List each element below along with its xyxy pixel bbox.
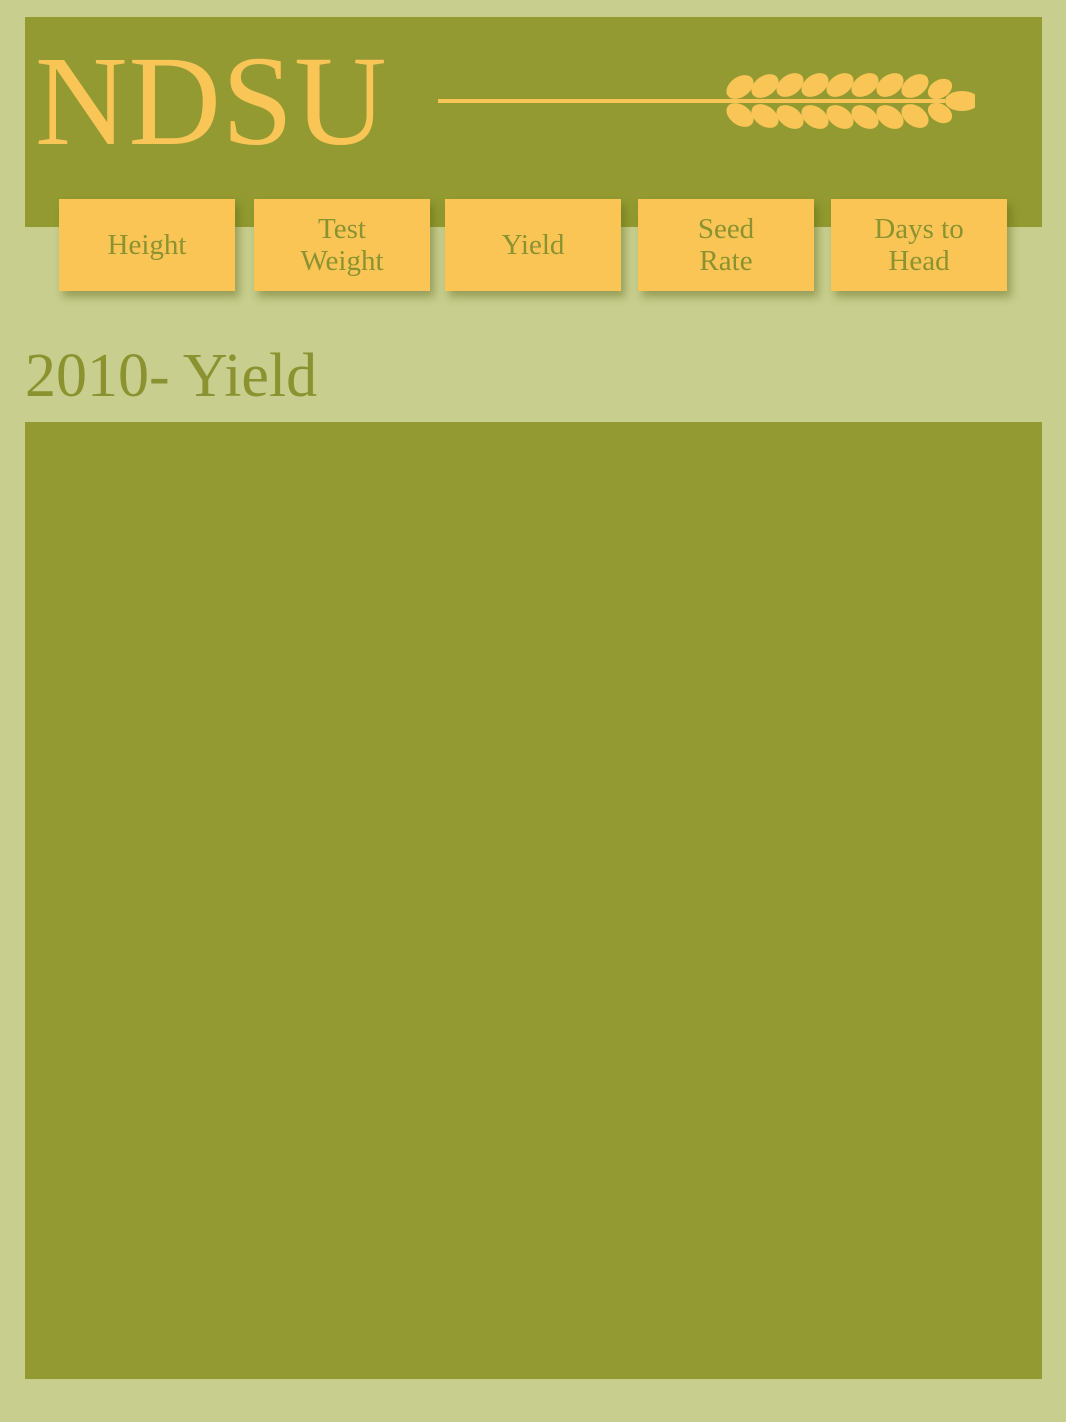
page-title: 2010- Yield [25,342,318,410]
nav-days-to-head-button[interactable]: Days to Head [831,199,1007,291]
content-panel [25,422,1042,1379]
ndsu-logo: NDSU [35,30,388,172]
nav-test-weight-button[interactable]: Test Weight [254,199,430,291]
nav-seed-rate-button[interactable]: Seed Rate [638,199,814,291]
header-banner: NDSU [25,17,1042,227]
nav-yield-button[interactable]: Yield [445,199,621,291]
nav-height-button[interactable]: Height [59,199,235,291]
nav-bar: Height Test Weight Yield Seed Rate Days … [0,199,1066,291]
wheat-icon [438,73,975,129]
